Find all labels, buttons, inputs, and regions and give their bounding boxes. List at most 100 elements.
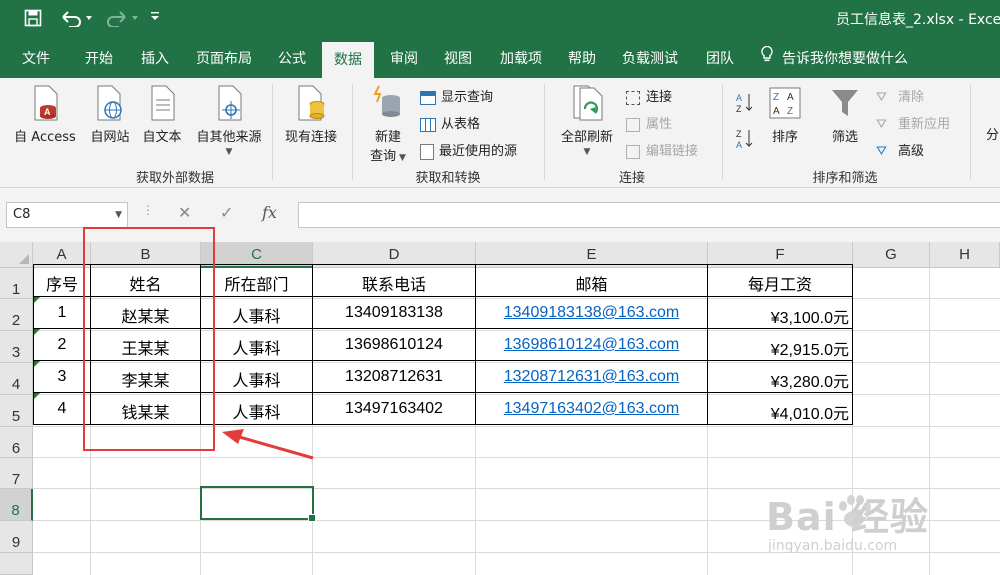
table-cell[interactable]: ¥4,010.0元: [708, 400, 852, 424]
customize-icon[interactable]: [148, 9, 162, 31]
name-box[interactable]: C8 ▼: [6, 202, 128, 228]
table-cell[interactable]: 2: [34, 336, 90, 354]
select-all-corner[interactable]: [0, 242, 33, 268]
sort-icon: Z AA Z: [769, 87, 801, 119]
header-cell[interactable]: 每月工资: [708, 271, 852, 295]
selected-cell[interactable]: [200, 486, 316, 522]
existing-connections-icon: [298, 85, 325, 121]
table-cell[interactable]: 人事科: [201, 335, 312, 359]
table-cell[interactable]: ¥3,100.0元: [708, 304, 852, 328]
table-cell[interactable]: 3: [34, 368, 90, 386]
reapply-button[interactable]: ⛛ 重新应用: [876, 113, 950, 132]
header-cell[interactable]: 联系电话: [313, 271, 475, 295]
table-cell[interactable]: 人事科: [201, 303, 312, 327]
refresh-all-button[interactable]: 全部刷新 ▼: [556, 84, 618, 157]
new-query-button[interactable]: 新建 查询 ▼: [364, 84, 412, 164]
advanced-filter-button[interactable]: ⛛ 高级: [876, 140, 924, 159]
row-header-7[interactable]: 7: [0, 458, 33, 489]
sort-za-icon[interactable]: ZA: [736, 128, 754, 154]
filter-label: 筛选: [831, 130, 858, 145]
next-group-label[interactable]: 分: [986, 124, 999, 143]
separator: [544, 84, 545, 180]
email-link[interactable]: 13497163402@163.com: [476, 400, 707, 418]
group-label-get-external: 获取外部数据: [135, 171, 214, 186]
sort-label: 排序: [771, 130, 798, 145]
sort-az-icon[interactable]: AZ: [736, 92, 754, 118]
edit-links-button[interactable]: 编辑链接: [626, 140, 698, 159]
from-table-button[interactable]: 从表格: [420, 113, 480, 132]
properties-button[interactable]: 属性: [626, 113, 672, 132]
undo-icon[interactable]: [58, 9, 96, 31]
chevron-down-icon: ▼: [115, 210, 122, 220]
from-text-button[interactable]: 自文本: [138, 84, 186, 145]
from-access-button[interactable]: A 自 Access: [10, 84, 80, 145]
lightbulb-icon: [760, 40, 774, 78]
error-indicator-icon: [34, 329, 40, 335]
sort-button[interactable]: ZAAZ 排序: [764, 84, 806, 145]
row-header-10[interactable]: [0, 553, 33, 575]
show-queries-button[interactable]: 显示查询: [420, 86, 493, 105]
tab-file[interactable]: 文件: [10, 40, 62, 78]
tab-formulas[interactable]: 公式: [266, 40, 318, 78]
tab-home[interactable]: 开始: [70, 40, 128, 78]
recent-sources-button[interactable]: 最近使用的源: [420, 140, 517, 160]
table-cell[interactable]: 13497163402: [313, 400, 475, 418]
table-cell[interactable]: 13698610124: [313, 336, 475, 354]
table-cell[interactable]: ¥2,915.0元: [708, 336, 852, 360]
row-header-8[interactable]: 8: [0, 489, 33, 521]
email-link[interactable]: 13409183138@163.com: [476, 304, 707, 322]
show-queries-icon: [420, 90, 436, 105]
table-cell[interactable]: 1: [34, 304, 90, 322]
svg-text:A: A: [773, 106, 780, 117]
column-header-g[interactable]: G: [853, 242, 930, 268]
formula-input[interactable]: [298, 202, 1000, 228]
save-icon[interactable]: [22, 9, 44, 31]
ribbon-tabs: 文件 开始 插入 页面布局 公式 数据 审阅 视图 加载项 帮助 负载测试 团队…: [0, 40, 1000, 78]
row-header-2[interactable]: 2: [0, 299, 33, 331]
enter-icon[interactable]: ✓: [220, 203, 233, 222]
reapply-label: 重新应用: [898, 117, 951, 132]
table-cell[interactable]: 13208712631: [313, 368, 475, 386]
tab-page-layout[interactable]: 页面布局: [188, 40, 260, 78]
row-header-1[interactable]: 1: [0, 268, 33, 299]
from-other-button[interactable]: 自其他来源 ▼: [190, 84, 268, 157]
row-header-6[interactable]: 6: [0, 427, 33, 458]
tab-addins[interactable]: 加载项: [490, 40, 552, 78]
tab-view[interactable]: 视图: [432, 40, 484, 78]
tab-data[interactable]: 数据: [322, 42, 374, 78]
existing-connections-button[interactable]: 现有连接: [280, 84, 342, 145]
svg-text:Z: Z: [773, 92, 779, 103]
table-cell[interactable]: 13409183138: [313, 304, 475, 322]
table-cell[interactable]: 人事科: [201, 399, 312, 423]
tab-insert[interactable]: 插入: [128, 40, 182, 78]
row-header-5[interactable]: 5: [0, 395, 33, 427]
fx-icon[interactable]: fx: [262, 203, 277, 222]
row-header-9[interactable]: 9: [0, 521, 33, 553]
row-header-4[interactable]: 4: [0, 363, 33, 395]
document-title: 员工信息表_2.xlsx - Exce: [836, 12, 1000, 28]
redo-icon[interactable]: [104, 9, 142, 31]
header-cell[interactable]: 序号: [34, 271, 90, 295]
tab-review[interactable]: 审阅: [378, 40, 430, 78]
column-header-h[interactable]: H: [930, 242, 1000, 268]
tab-load-test[interactable]: 负载测试: [614, 40, 686, 78]
email-link[interactable]: 13208712631@163.com: [476, 368, 707, 386]
filter-button[interactable]: 筛选: [824, 84, 866, 145]
tab-team[interactable]: 团队: [694, 40, 746, 78]
email-link[interactable]: 13698610124@163.com: [476, 336, 707, 354]
table-cell[interactable]: 人事科: [201, 367, 312, 391]
from-web-button[interactable]: 自网站: [86, 84, 134, 145]
tab-help[interactable]: 帮助: [556, 40, 608, 78]
row-header-3[interactable]: 3: [0, 331, 33, 363]
tell-me-box[interactable]: 告诉我你想要做什么: [760, 40, 908, 78]
error-indicator-icon: [34, 361, 40, 367]
watermark-url: jingyan.baidu.com: [768, 538, 898, 554]
from-other-label: 自其他来源: [196, 130, 262, 145]
cancel-icon[interactable]: ✕: [178, 203, 191, 222]
header-cell[interactable]: 邮箱: [476, 271, 707, 295]
table-cell[interactable]: ¥3,280.0元: [708, 368, 852, 392]
connections-button[interactable]: 连接: [626, 86, 672, 105]
clear-button[interactable]: ⛛ 清除: [876, 86, 924, 105]
header-cell[interactable]: 所在部门: [201, 271, 312, 295]
table-cell[interactable]: 4: [34, 400, 90, 418]
